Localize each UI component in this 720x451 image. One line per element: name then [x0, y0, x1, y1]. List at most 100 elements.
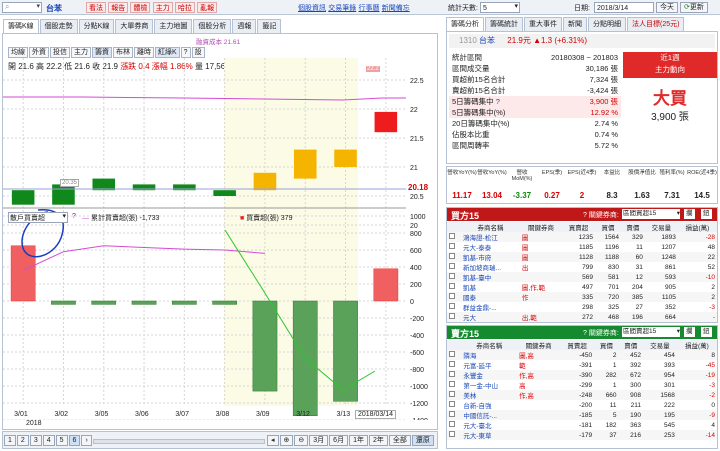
- sell-row[interactable]: 第一金-中山高 -299 1 300 301 -3: [447, 380, 717, 390]
- row-checkbox[interactable]: [449, 283, 455, 289]
- page-6[interactable]: 6: [68, 435, 81, 446]
- sell-row[interactable]: 永豐金 作,高 -390 282 672 954 -19: [447, 370, 717, 380]
- table-cell[interactable]: 元富-延平: [461, 360, 517, 370]
- chip-main[interactable]: 主力: [71, 47, 91, 58]
- chip-set[interactable]: 設: [191, 47, 205, 58]
- table-cell[interactable]: 元大: [461, 312, 520, 322]
- rumor-button[interactable]: 亂報: [197, 2, 218, 13]
- row-checkbox[interactable]: [449, 361, 455, 367]
- chip-redgreen[interactable]: 紅綠K: [155, 47, 180, 58]
- sell-row[interactable]: 美林 作,高 -248 660 908 1568 -2: [447, 390, 717, 400]
- page-4[interactable]: 4: [42, 435, 55, 446]
- buy-filter-button[interactable]: 攔: [684, 209, 695, 219]
- lower-indicator-select[interactable]: 散戶買賣超 ▾: [8, 212, 68, 223]
- link-trade-log[interactable]: 交易筆錄: [328, 5, 356, 12]
- row-checkbox[interactable]: [449, 263, 455, 269]
- tab-chip-analysis[interactable]: 籌碼分析: [446, 17, 484, 31]
- tab-news[interactable]: 新聞: [563, 17, 587, 31]
- range-all[interactable]: 全部: [388, 435, 411, 446]
- range-6m[interactable]: 6月: [329, 435, 349, 446]
- page-1[interactable]: 1: [4, 435, 16, 446]
- buy-row[interactable]: 凱基-市府圖 1128 1188 60 1248 22: [447, 252, 717, 262]
- row-checkbox[interactable]: [449, 391, 455, 397]
- chip-trust[interactable]: 投信: [50, 47, 70, 58]
- tab-intraday[interactable]: 個股走勢: [39, 19, 78, 33]
- date-input[interactable]: 2018/3/14: [594, 2, 654, 13]
- tab-target-price[interactable]: 法人目標(25元): [627, 17, 685, 31]
- row-checkbox[interactable]: [449, 401, 455, 407]
- table-cell[interactable]: 永豐金: [461, 370, 517, 380]
- range-3m[interactable]: 3月: [309, 435, 329, 446]
- sell-filter-button[interactable]: 攔: [684, 327, 695, 337]
- report-button[interactable]: 報告: [108, 2, 129, 13]
- chip-period[interactable]: 離時: [134, 47, 154, 58]
- sell-row[interactable]: 元富-延平範 -391 1 392 393 -45: [447, 360, 717, 370]
- page-2[interactable]: 2: [16, 435, 29, 446]
- buy-row[interactable]: 國泰作 335 720 385 1105 2: [447, 292, 717, 302]
- row-checkbox[interactable]: [449, 243, 455, 249]
- chip-bollinger[interactable]: 布林: [113, 47, 133, 58]
- refresh-button[interactable]: ⟳更新: [680, 2, 708, 13]
- chip-margin[interactable]: 籌資: [92, 47, 112, 58]
- range-1y[interactable]: 1年: [349, 435, 368, 446]
- tab-stock-analysis[interactable]: 個股分析: [193, 19, 232, 33]
- sell-row[interactable]: 台新-自強 -200 11 211 222 0: [447, 400, 717, 410]
- tab-branch-kline[interactable]: 分點K線: [78, 19, 115, 33]
- table-cell[interactable]: 凱基-臺中: [461, 272, 520, 282]
- scroll-left-button[interactable]: ◂: [267, 435, 279, 446]
- link-stock-info[interactable]: 個股資訊: [298, 5, 326, 12]
- main-force-button[interactable]: 主力: [152, 2, 173, 13]
- stock-search-box[interactable]: ⌕ ▾: [2, 2, 42, 13]
- row-checkbox[interactable]: [449, 303, 455, 309]
- tab-chip-kline[interactable]: 籌碼K線: [3, 19, 39, 33]
- help-icon[interactable]: ?: [72, 213, 76, 220]
- table-cell[interactable]: 第一金-中山: [461, 380, 517, 390]
- restore-button[interactable]: 還原: [411, 435, 434, 446]
- price-chart[interactable]: 22.5 22 21.5 21 20.5 20 1000 800 600 400 200 0 -200…: [3, 58, 437, 420]
- zoom-in-icon[interactable]: ⊕: [279, 435, 294, 446]
- buy-row[interactable]: 凱基-臺中 569 581 12 593 -10: [447, 272, 717, 282]
- buy-row[interactable]: 凱基 圖,作,範 497 701 204 905 2: [447, 282, 717, 292]
- row-checkbox[interactable]: [449, 431, 455, 437]
- sell-range-select[interactable]: 區間賣超15 ▾: [622, 327, 680, 337]
- table-cell[interactable]: 鴻海證-松江: [461, 232, 520, 242]
- today-button[interactable]: 今天: [656, 2, 678, 13]
- next-page-button[interactable]: ›: [81, 435, 92, 446]
- row-checkbox[interactable]: [449, 381, 455, 387]
- chat-button[interactable]: 哈拉: [174, 2, 195, 13]
- chart-scrollbar[interactable]: [93, 439, 265, 444]
- page-5[interactable]: 5: [55, 435, 68, 446]
- row-checkbox[interactable]: [449, 351, 455, 357]
- view-button[interactable]: 看法: [86, 2, 106, 13]
- row-checkbox[interactable]: [449, 293, 455, 299]
- tab-big-broker[interactable]: 大單券商: [115, 19, 154, 33]
- buy-row[interactable]: 元大 出,範 272 468 196 664 -: [447, 312, 717, 322]
- tab-weekly[interactable]: 週報: [232, 19, 257, 33]
- table-cell[interactable]: 凱基-市府: [461, 252, 520, 262]
- table-cell[interactable]: 凱基: [461, 282, 520, 292]
- row-checkbox[interactable]: [449, 371, 455, 377]
- row-checkbox[interactable]: [449, 411, 455, 417]
- tab-chip-stats[interactable]: 籌碼統計: [485, 17, 523, 31]
- tab-notes[interactable]: 籤記: [257, 19, 282, 33]
- table-cell[interactable]: 國泰: [461, 292, 520, 302]
- link-calendar[interactable]: 行事曆: [358, 5, 379, 12]
- range-2y[interactable]: 2年: [368, 435, 388, 446]
- tab-main-force-map[interactable]: 主力地圖: [154, 19, 193, 33]
- buy-row[interactable]: 元大-泰泰圖 1185 1196 11 1207 48: [447, 242, 717, 252]
- row-checkbox[interactable]: [449, 233, 455, 239]
- table-cell[interactable]: 新加坡商瑞...: [461, 262, 520, 272]
- tab-major-events[interactable]: 重大事件: [524, 17, 562, 31]
- chip-ma[interactable]: 均線: [8, 47, 28, 58]
- row-checkbox[interactable]: [449, 313, 455, 319]
- chip-settings[interactable]: ?: [180, 47, 191, 58]
- buy-row[interactable]: 群益金鼎-... 298 325 27 352 -3: [447, 302, 717, 312]
- table-cell[interactable]: 元大-臺北: [461, 420, 517, 430]
- link-memo[interactable]: 新聞備忘: [382, 5, 410, 12]
- sell-row[interactable]: 中國信託-... -185 5 190 195 -9: [447, 410, 717, 420]
- table-cell[interactable]: 台新-自強: [461, 400, 517, 410]
- table-cell[interactable]: 元大-東草: [461, 430, 517, 440]
- sell-option-button[interactable]: 鈕: [701, 327, 712, 337]
- buy-range-select[interactable]: 區間買超15 ▾: [622, 209, 680, 219]
- table-cell[interactable]: 群益金鼎-...: [461, 302, 520, 312]
